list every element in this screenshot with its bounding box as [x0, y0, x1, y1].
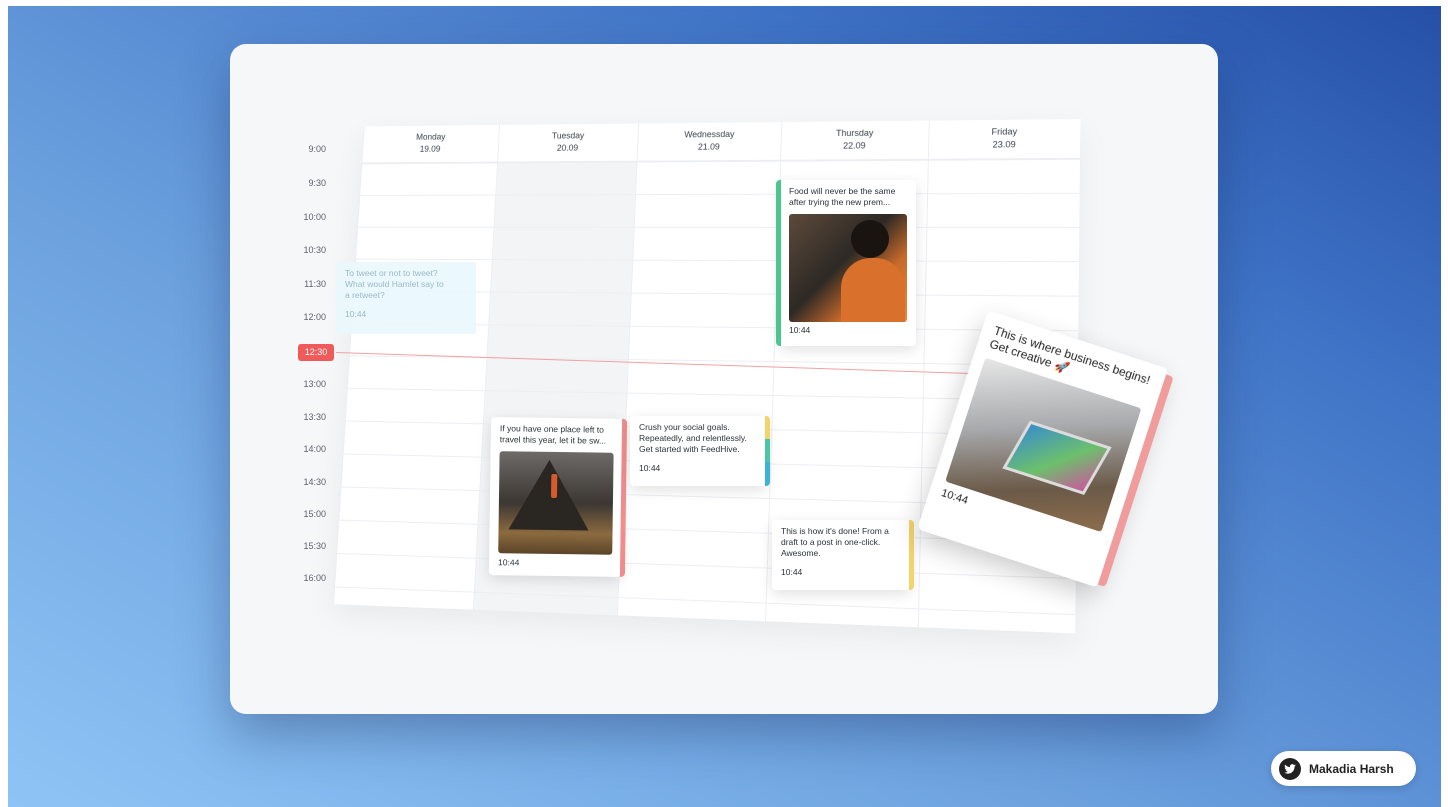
post-ghost-preview: To tweet or not to tweet? What would Ham…: [336, 262, 476, 334]
time-label: 16:00: [278, 573, 326, 583]
time-label: 13:30: [278, 412, 326, 422]
post-accent-bar: [909, 520, 914, 590]
mountain-photo: [498, 451, 613, 555]
day-date: 19.09: [363, 143, 498, 156]
post-card-food[interactable]: Food will never be the same after trying…: [780, 180, 916, 346]
day-header: Thursday 22.09: [781, 121, 929, 161]
person-head-shape: [851, 220, 889, 258]
time-label: 13:00: [278, 379, 326, 389]
time-label: 10:00: [278, 212, 326, 222]
time-label: 10:30: [278, 245, 326, 255]
day-header: Monday 19.09: [362, 125, 499, 163]
post-text: Food will never be the same after trying…: [789, 186, 907, 208]
day-date: 20.09: [498, 142, 637, 155]
day-name: Monday: [364, 131, 499, 144]
day-date: 23.09: [929, 138, 1080, 152]
time-label: 15:30: [278, 541, 326, 551]
day-name: Thursday: [782, 126, 929, 140]
day-name: Friday: [929, 125, 1080, 139]
time-label: 9:00: [278, 144, 326, 154]
post-text: To tweet or not to tweet? What would Ham…: [345, 268, 445, 301]
time-label: 12:00: [278, 312, 326, 322]
bird-icon: [1279, 758, 1301, 780]
post-time: 10:44: [789, 325, 907, 336]
post-time: 10:44: [781, 567, 901, 578]
person-eating-photo: [789, 214, 907, 322]
day-name: Wednessday: [638, 128, 781, 142]
day-date: 21.09: [638, 140, 781, 154]
day-name: Tuesday: [499, 129, 638, 143]
post-accent-bar: [765, 416, 770, 486]
person-body-shape: [841, 258, 905, 322]
day-header: Wednessday 21.09: [638, 122, 782, 161]
day-date: 22.09: [781, 139, 928, 153]
hour-line: [357, 227, 1079, 228]
post-text: If you have one place left to travel thi…: [500, 423, 614, 447]
post-text: This is how it's done! From a draft to a…: [781, 526, 901, 559]
post-card-draft[interactable]: This is how it's done! From a draft to a…: [772, 520, 910, 590]
time-label: 14:30: [278, 477, 326, 487]
time-label: 14:00: [278, 444, 326, 454]
mountain-shape: [509, 459, 590, 530]
post-time: 10:44: [639, 463, 757, 474]
post-card-goals[interactable]: Crush your social goals. Repeatedly, and…: [630, 416, 766, 486]
post-text: Crush your social goals. Repeatedly, and…: [639, 422, 757, 455]
day-column-monday[interactable]: Monday 19.09: [333, 125, 499, 610]
author-name: Makadia Harsh: [1309, 762, 1394, 776]
day-header: Tuesday 20.09: [498, 124, 638, 163]
app-window: Monday 19.09 Tuesday 20.09 Wednessday 21.09…: [230, 44, 1218, 714]
post-time: 10:44: [345, 309, 467, 320]
time-label: 9:30: [278, 178, 326, 188]
laptop-screen-shape: [1002, 421, 1111, 495]
author-badge[interactable]: Makadia Harsh: [1271, 751, 1416, 786]
time-label: 11:30: [278, 279, 326, 289]
day-header: Friday 23.09: [929, 119, 1081, 160]
post-time: 10:44: [498, 557, 612, 570]
time-label: 15:00: [278, 509, 326, 519]
post-card-travel[interactable]: If you have one place left to travel thi…: [489, 417, 623, 577]
day-column-wednesday[interactable]: Wednessday 21.09: [617, 122, 782, 621]
current-time-badge: 12:30: [298, 344, 334, 361]
hiker-shape: [551, 474, 557, 498]
post-accent-bar: [776, 180, 781, 346]
